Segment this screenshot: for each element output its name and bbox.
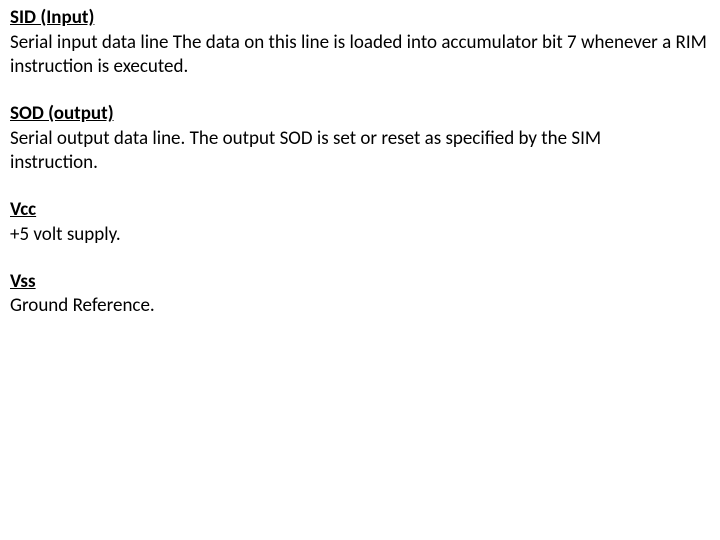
body-vcc: +5 volt supply. (10, 223, 710, 248)
section-vcc: Vcc +5 volt supply. (10, 198, 710, 247)
heading-sid: SID (Input) (10, 6, 710, 31)
section-sod: SOD (output) Serial output data line. Th… (10, 102, 710, 176)
heading-sod: SOD (output) (10, 102, 710, 127)
section-sid: SID (Input) Serial input data line The d… (10, 6, 710, 80)
body-sod: Serial output data line. The output SOD … (10, 127, 710, 176)
heading-vss: Vss (10, 270, 710, 295)
body-vss: Ground Reference. (10, 294, 710, 319)
heading-vcc: Vcc (10, 198, 710, 223)
section-vss: Vss Ground Reference. (10, 270, 710, 319)
body-sid: Serial input data line The data on this … (10, 31, 710, 80)
